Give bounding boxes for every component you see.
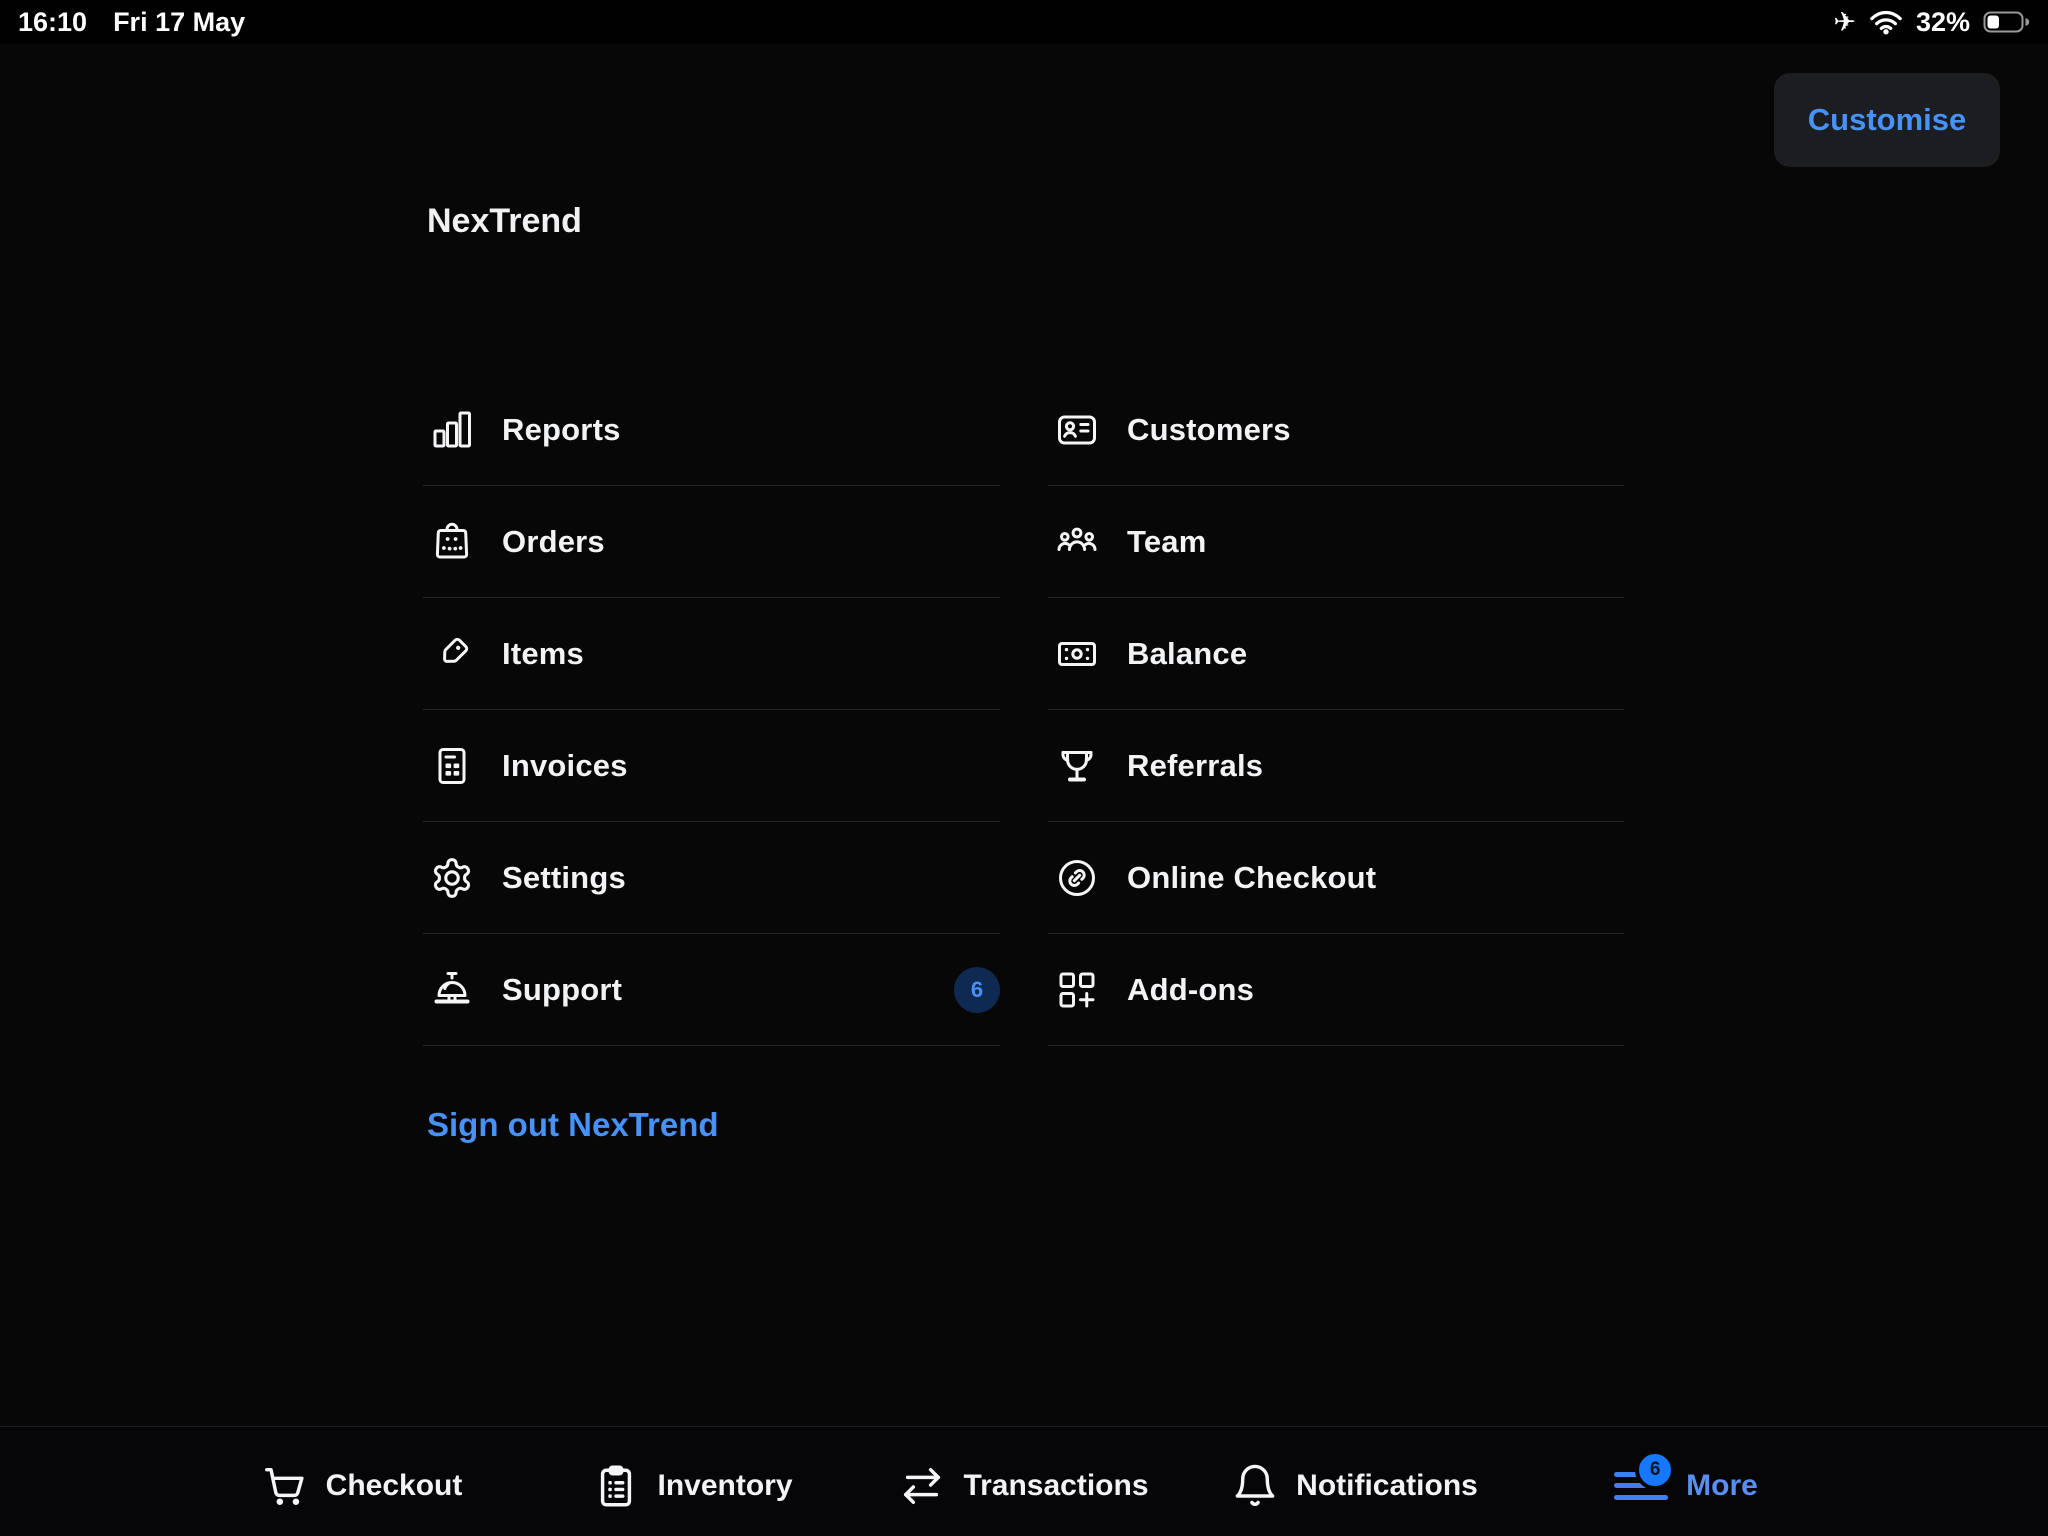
menu-item-label: Online Checkout <box>1127 860 1624 896</box>
service-bell-icon <box>430 968 474 1012</box>
menu-item-label: Customers <box>1127 412 1624 448</box>
menu-item-customers[interactable]: Customers <box>1048 374 1624 486</box>
link-circle-icon <box>1055 856 1099 900</box>
menu-right-column: Customers Team <box>1048 374 1624 1046</box>
status-date: Fri 17 May <box>113 7 245 38</box>
menu-item-label: Team <box>1127 524 1624 560</box>
menu-item-add-ons[interactable]: Add-ons <box>1048 934 1624 1046</box>
menu-item-reports[interactable]: Reports <box>423 374 1000 486</box>
customise-button[interactable]: Customise <box>1774 73 2000 167</box>
status-bar: 16:10 Fri 17 May ✈ 32% <box>0 0 2048 44</box>
wifi-icon <box>1869 9 1903 35</box>
tab-checkout[interactable]: Checkout <box>197 1462 528 1510</box>
tab-transactions[interactable]: Transactions <box>859 1462 1190 1510</box>
tab-notifications[interactable]: Notifications <box>1190 1462 1521 1510</box>
shopping-bag-icon <box>430 520 474 564</box>
tab-label: More <box>1686 1469 1758 1503</box>
menu-item-label: Invoices <box>502 748 1000 784</box>
tab-bar: Checkout Inventory Transacti <box>0 1426 2048 1536</box>
menu-item-label: Support <box>502 972 926 1008</box>
gear-icon <box>430 856 474 900</box>
menu-item-items[interactable]: Items <box>423 598 1000 710</box>
support-count-badge: 6 <box>954 967 1000 1013</box>
banknote-icon <box>1055 632 1099 676</box>
bell-icon <box>1232 1463 1278 1509</box>
tab-more[interactable]: 6 More <box>1521 1468 1852 1504</box>
menu-item-label: Add-ons <box>1127 972 1624 1008</box>
menu-item-online-checkout[interactable]: Online Checkout <box>1048 822 1624 934</box>
bar-chart-icon <box>430 408 474 452</box>
menu-item-orders[interactable]: Orders <box>423 486 1000 598</box>
trophy-icon <box>1055 744 1099 788</box>
id-card-icon <box>1055 408 1099 452</box>
more-menu-grid: Reports Orders <box>423 374 1624 1046</box>
menu-item-team[interactable]: Team <box>1048 486 1624 598</box>
tab-label: Transactions <box>963 1469 1148 1503</box>
status-time: 16:10 <box>18 7 87 38</box>
page-title: NexTrend <box>427 202 582 241</box>
battery-icon <box>1983 10 2030 34</box>
transfer-arrows-icon <box>899 1463 945 1509</box>
tag-icon <box>430 632 474 676</box>
menu-item-label: Settings <box>502 860 1000 896</box>
tab-label: Notifications <box>1296 1469 1478 1503</box>
cart-icon <box>262 1463 308 1509</box>
menu-item-settings[interactable]: Settings <box>423 822 1000 934</box>
battery-percent: 32% <box>1916 7 1970 38</box>
menu-item-support[interactable]: Support 6 <box>423 934 1000 1046</box>
sign-out-link[interactable]: Sign out NexTrend <box>427 1106 719 1144</box>
tab-label: Inventory <box>657 1469 792 1503</box>
more-lines-icon: 6 <box>1614 1471 1668 1501</box>
add-ons-icon <box>1055 968 1099 1012</box>
menu-item-referrals[interactable]: Referrals <box>1048 710 1624 822</box>
tab-label: Checkout <box>326 1469 463 1503</box>
menu-item-label: Reports <box>502 412 1000 448</box>
tab-inventory[interactable]: Inventory <box>528 1462 859 1510</box>
menu-left-column: Reports Orders <box>423 374 1000 1046</box>
team-icon <box>1055 520 1099 564</box>
airplane-mode-icon: ✈ <box>1833 9 1856 36</box>
clipboard-icon <box>593 1463 639 1509</box>
menu-item-label: Referrals <box>1127 748 1624 784</box>
menu-item-invoices[interactable]: Invoices <box>423 710 1000 822</box>
menu-item-label: Orders <box>502 524 1000 560</box>
more-notification-badge: 6 <box>1635 1450 1675 1490</box>
invoice-icon <box>430 744 474 788</box>
menu-item-label: Balance <box>1127 636 1624 672</box>
menu-item-label: Items <box>502 636 1000 672</box>
menu-item-balance[interactable]: Balance <box>1048 598 1624 710</box>
